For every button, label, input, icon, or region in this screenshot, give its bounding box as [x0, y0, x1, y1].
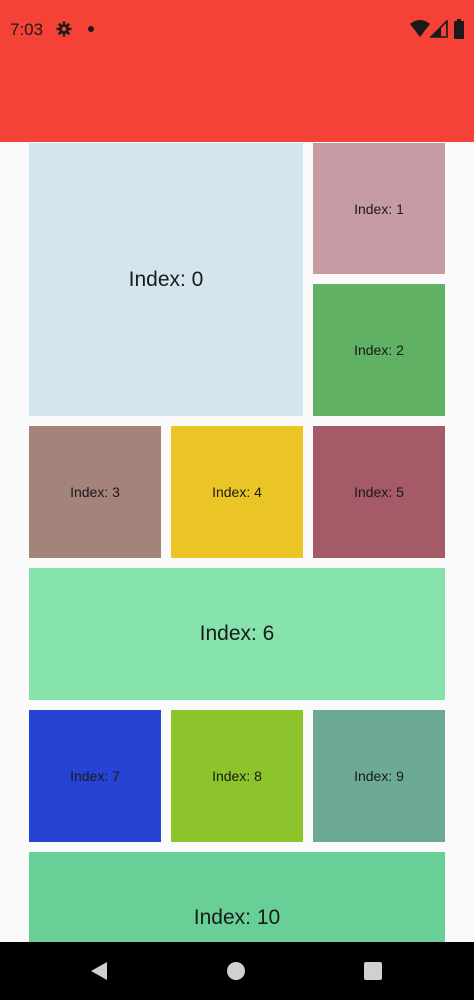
grid-tile-8[interactable]: Index: 8: [171, 710, 303, 842]
tile-label: Index: 6: [199, 622, 275, 645]
grid-tile-3[interactable]: Index: 3: [29, 426, 161, 558]
tile-label: Index: 10: [193, 906, 281, 929]
grid-tile-6[interactable]: Index: 6: [29, 568, 445, 700]
tile-label: Index: 7: [70, 768, 120, 784]
tile-label: Index: 8: [212, 768, 262, 784]
home-icon[interactable]: [227, 962, 245, 980]
signal-icon: [430, 20, 448, 38]
battery-icon: [454, 19, 464, 39]
grid-tile-7[interactable]: Index: 7: [29, 710, 161, 842]
recents-icon[interactable]: [364, 962, 382, 980]
grid-tile-5[interactable]: Index: 5: [313, 426, 445, 558]
grid-tile-4[interactable]: Index: 4: [171, 426, 303, 558]
tile-label: Index: 5: [354, 484, 404, 500]
back-icon[interactable]: [90, 962, 108, 980]
tile-label: Index: 2: [354, 342, 404, 358]
tile-label: Index: 9: [354, 768, 404, 784]
notification-dot-icon: [88, 26, 94, 32]
tile-label: Index: 3: [70, 484, 120, 500]
gear-icon: [56, 21, 72, 37]
tile-label: Index: 4: [212, 484, 262, 500]
tile-label: Index: 0: [128, 267, 204, 291]
grid-tile-2[interactable]: Index: 2: [313, 284, 445, 416]
status-bar: 7:03: [0, 0, 474, 58]
grid-tile-9[interactable]: Index: 9: [313, 710, 445, 842]
wifi-icon: [410, 20, 430, 37]
grid-tile-1[interactable]: Index: 1: [313, 143, 445, 274]
grid-tile-0[interactable]: Index: 0: [29, 143, 303, 416]
tile-label: Index: 1: [354, 200, 404, 217]
app-bar: [0, 58, 474, 142]
status-time: 7:03: [10, 20, 44, 39]
